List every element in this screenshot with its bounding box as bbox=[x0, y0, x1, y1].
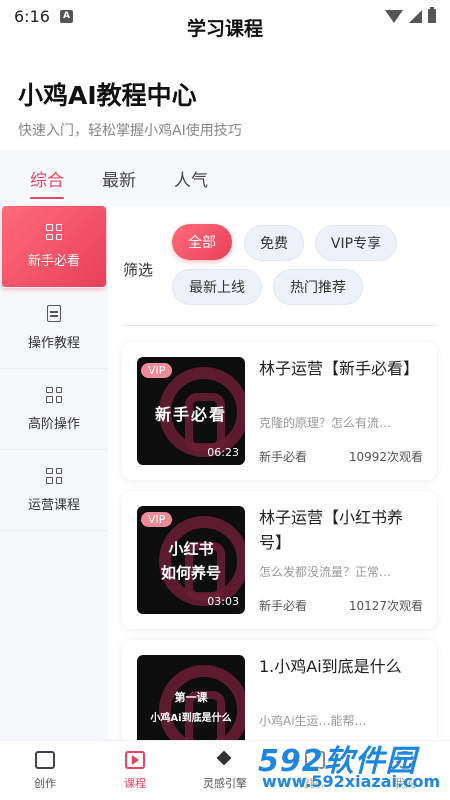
sidebar-item-advanced[interactable]: 高阶操作 bbox=[0, 369, 108, 450]
hero-title: 小鸡AI教程中心 bbox=[18, 81, 197, 110]
video-duration: 06:23 bbox=[207, 446, 239, 459]
category-sidebar: 新手必看 操作教程 高阶操作 运营课程 bbox=[0, 206, 108, 740]
divider bbox=[123, 325, 437, 326]
bottom-nav-create[interactable]: 创作 bbox=[0, 741, 90, 800]
course-title: 1.小鸡Ai到底是什么 bbox=[259, 657, 402, 676]
view-count: 10992次观看 bbox=[348, 450, 423, 464]
course-tag: 新手必看 bbox=[259, 450, 308, 464]
course-description: 小鸡Ai生运…能帮… bbox=[259, 714, 367, 728]
sidebar-item-beginner[interactable]: 新手必看 bbox=[2, 206, 106, 288]
course-thumbnail[interactable]: 小红书 如何养号 VIP 03:03 bbox=[137, 506, 245, 614]
bottom-nav-label: 创作 bbox=[34, 776, 56, 790]
thumbnail-caption: 第一课 bbox=[174, 691, 208, 704]
filter-chip-all[interactable]: 全部 bbox=[172, 224, 232, 260]
course-thumbnail[interactable]: 第一课 小鸡Ai到底是什么 bbox=[137, 655, 245, 740]
page-title: 学习课程 bbox=[186, 18, 263, 40]
view-count: 10127次观看 bbox=[348, 599, 423, 613]
document-icon bbox=[47, 305, 61, 322]
bottom-nav-courses[interactable]: 课程 bbox=[90, 741, 180, 800]
course-title: 林子运营【新手必看】 bbox=[259, 359, 420, 378]
filter-chip-vip[interactable]: VIP专享 bbox=[315, 225, 397, 261]
thumbnail-caption: 小鸡Ai到底是什么 bbox=[150, 713, 232, 724]
tab-latest[interactable]: 最新 bbox=[102, 156, 136, 201]
course-card[interactable]: 新手必看 VIP 06:23 林子运营【新手必看】 克隆的原理？怎么有流… 新手… bbox=[122, 342, 437, 480]
filter-chip-newest[interactable]: 最新上线 bbox=[172, 269, 262, 305]
grid-icon bbox=[46, 224, 62, 240]
video-play-icon bbox=[125, 750, 145, 769]
printer-icon bbox=[35, 750, 55, 769]
course-description: 克隆的原理？怎么有流… bbox=[259, 416, 392, 430]
thumbnail-caption: 新手必看 bbox=[154, 405, 227, 424]
vip-badge: VIP bbox=[141, 363, 173, 378]
course-thumbnail[interactable]: 新手必看 VIP 06:23 bbox=[137, 357, 245, 465]
course-title: 林子运营【小红书养号】 bbox=[259, 508, 404, 552]
sidebar-item-label: 新手必看 bbox=[27, 254, 80, 269]
watermark-url: www.592xiazai.com bbox=[262, 772, 441, 791]
thumbnail-caption: 小红书 bbox=[168, 540, 214, 558]
grid-icon bbox=[46, 386, 62, 403]
video-duration: 03:03 bbox=[207, 595, 239, 608]
tab-popular[interactable]: 人气 bbox=[174, 156, 208, 201]
course-list[interactable]: 新手必看 VIP 06:23 林子运营【新手必看】 克隆的原理？怎么有流… 新手… bbox=[108, 330, 450, 740]
filter-label: 筛选 bbox=[123, 261, 154, 279]
filter-chip-free[interactable]: 免费 bbox=[244, 225, 304, 261]
tab-bar: 综合 最新 人气 bbox=[0, 150, 450, 206]
sidebar-item-label: 操作教程 bbox=[27, 336, 80, 351]
course-card[interactable]: 小红书 如何养号 VIP 03:03 林子运营【小红书养号】 怎么发都没流量？正… bbox=[122, 491, 437, 629]
thumbnail-caption: 如何养号 bbox=[160, 564, 221, 582]
bottom-nav-label: 课程 bbox=[124, 776, 146, 790]
filter-chip-hot[interactable]: 热门推荐 bbox=[273, 269, 363, 305]
sidebar-item-operations[interactable]: 运营课程 bbox=[0, 450, 108, 531]
layers-icon bbox=[214, 751, 236, 769]
sidebar-item-label: 运营课程 bbox=[27, 497, 80, 513]
bottom-nav-label: 灵感引擎 bbox=[203, 776, 247, 790]
course-description: 怎么发都没流量？正常… bbox=[259, 565, 392, 579]
sidebar-item-tutorials[interactable]: 操作教程 bbox=[0, 288, 108, 369]
hero-subtitle: 快速入门，轻松掌握小鸡AI使用技巧 bbox=[18, 123, 242, 139]
course-card[interactable]: 第一课 小鸡Ai到底是什么 1.小鸡Ai到底是什么 小鸡Ai生运…能帮… bbox=[122, 640, 437, 740]
tab-comprehensive[interactable]: 综合 bbox=[30, 156, 64, 201]
sidebar-item-label: 高阶操作 bbox=[27, 416, 80, 432]
grid-icon bbox=[46, 467, 62, 484]
vip-badge: VIP bbox=[141, 512, 173, 527]
course-tag: 新手必看 bbox=[259, 599, 308, 613]
